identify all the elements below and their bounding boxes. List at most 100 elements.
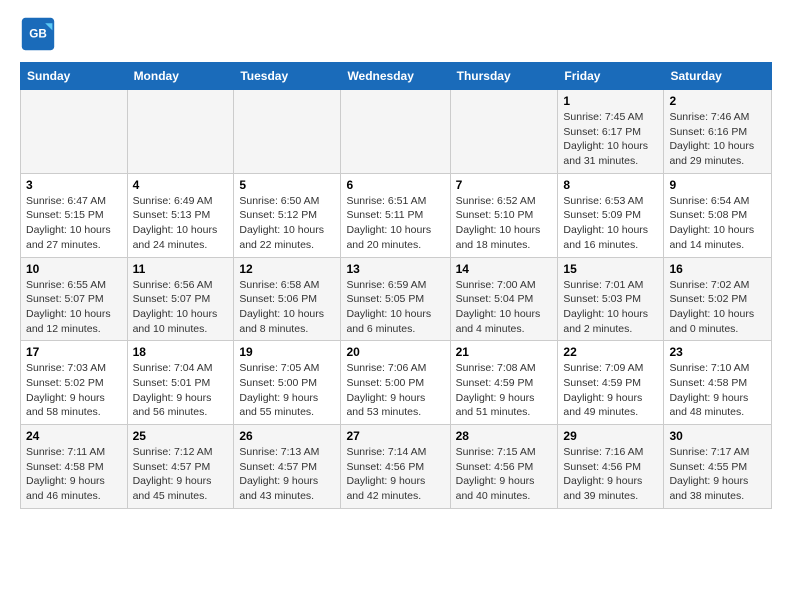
day-info: Sunrise: 7:11 AM Sunset: 4:58 PM Dayligh… xyxy=(26,445,122,504)
day-info: Sunrise: 7:02 AM Sunset: 5:02 PM Dayligh… xyxy=(669,278,766,337)
day-number: 5 xyxy=(239,178,335,192)
day-number: 28 xyxy=(456,429,553,443)
day-number: 27 xyxy=(346,429,444,443)
day-number: 14 xyxy=(456,262,553,276)
weekday-header: Wednesday xyxy=(341,63,450,90)
logo: GB xyxy=(20,16,60,52)
calendar-cell: 29 Sunrise: 7:16 AM Sunset: 4:56 PM Dayli… xyxy=(558,425,664,509)
calendar-week-row: 17 Sunrise: 7:03 AM Sunset: 5:02 PM Dayli… xyxy=(21,341,772,425)
calendar-cell: 30Sunrise: 7:17 AM Sunset: 4:55 PM Dayli… xyxy=(664,425,772,509)
day-info: Sunrise: 7:09 AM Sunset: 4:59 PM Dayligh… xyxy=(563,361,658,420)
page: GB SundayMondayTuesdayWednesdayThursdayF… xyxy=(0,0,792,525)
day-number: 6 xyxy=(346,178,444,192)
day-info: Sunrise: 7:46 AM Sunset: 6:16 PM Dayligh… xyxy=(669,110,766,169)
day-info: Sunrise: 7:13 AM Sunset: 4:57 PM Dayligh… xyxy=(239,445,335,504)
calendar-cell: 6 Sunrise: 6:51 AM Sunset: 5:11 PM Daylig… xyxy=(341,173,450,257)
day-info: Sunrise: 6:47 AM Sunset: 5:15 PM Dayligh… xyxy=(26,194,122,253)
calendar-cell: 2 Sunrise: 7:46 AM Sunset: 6:16 PM Daylig… xyxy=(664,90,772,174)
day-info: Sunrise: 7:06 AM Sunset: 5:00 PM Dayligh… xyxy=(346,361,444,420)
day-number: 7 xyxy=(456,178,553,192)
calendar-cell: 3 Sunrise: 6:47 AM Sunset: 5:15 PM Daylig… xyxy=(21,173,128,257)
day-info: Sunrise: 7:17 AM Sunset: 4:55 PM Dayligh… xyxy=(669,445,766,504)
calendar-cell: 4 Sunrise: 6:49 AM Sunset: 5:13 PM Daylig… xyxy=(127,173,234,257)
day-info: Sunrise: 6:51 AM Sunset: 5:11 PM Dayligh… xyxy=(346,194,444,253)
weekday-header: Thursday xyxy=(450,63,558,90)
day-number: 4 xyxy=(133,178,229,192)
day-info: Sunrise: 7:05 AM Sunset: 5:00 PM Dayligh… xyxy=(239,361,335,420)
day-info: Sunrise: 7:08 AM Sunset: 4:59 PM Dayligh… xyxy=(456,361,553,420)
calendar-cell: 16 Sunrise: 7:02 AM Sunset: 5:02 PM Dayli… xyxy=(664,257,772,341)
calendar-cell: 28 Sunrise: 7:15 AM Sunset: 4:56 PM Dayli… xyxy=(450,425,558,509)
calendar-cell: 15Sunrise: 7:01 AM Sunset: 5:03 PM Dayli… xyxy=(558,257,664,341)
svg-text:GB: GB xyxy=(29,28,47,41)
day-number: 20 xyxy=(346,345,444,359)
calendar-cell: 10 Sunrise: 6:55 AM Sunset: 5:07 PM Dayli… xyxy=(21,257,128,341)
day-info: Sunrise: 7:01 AM Sunset: 5:03 PM Dayligh… xyxy=(563,278,658,337)
day-number: 9 xyxy=(669,178,766,192)
calendar-cell: 27 Sunrise: 7:14 AM Sunset: 4:56 PM Dayli… xyxy=(341,425,450,509)
day-info: Sunrise: 7:15 AM Sunset: 4:56 PM Dayligh… xyxy=(456,445,553,504)
day-number: 13 xyxy=(346,262,444,276)
calendar-cell: 14 Sunrise: 7:00 AM Sunset: 5:04 PM Dayli… xyxy=(450,257,558,341)
weekday-header: Saturday xyxy=(664,63,772,90)
calendar-cell xyxy=(450,90,558,174)
logo-icon: GB xyxy=(20,16,56,52)
day-number: 2 xyxy=(669,94,766,108)
day-number: 16 xyxy=(669,262,766,276)
day-info: Sunrise: 7:14 AM Sunset: 4:56 PM Dayligh… xyxy=(346,445,444,504)
day-number: 21 xyxy=(456,345,553,359)
day-number: 8 xyxy=(563,178,658,192)
day-number: 24 xyxy=(26,429,122,443)
day-number: 29 xyxy=(563,429,658,443)
calendar-cell: 26 Sunrise: 7:13 AM Sunset: 4:57 PM Dayli… xyxy=(234,425,341,509)
day-info: Sunrise: 7:04 AM Sunset: 5:01 PM Dayligh… xyxy=(133,361,229,420)
day-number: 19 xyxy=(239,345,335,359)
calendar-cell: 5 Sunrise: 6:50 AM Sunset: 5:12 PM Daylig… xyxy=(234,173,341,257)
day-info: Sunrise: 7:10 AM Sunset: 4:58 PM Dayligh… xyxy=(669,361,766,420)
calendar-cell: 21 Sunrise: 7:08 AM Sunset: 4:59 PM Dayli… xyxy=(450,341,558,425)
day-info: Sunrise: 7:16 AM Sunset: 4:56 PM Dayligh… xyxy=(563,445,658,504)
day-info: Sunrise: 6:54 AM Sunset: 5:08 PM Dayligh… xyxy=(669,194,766,253)
day-info: Sunrise: 7:45 AM Sunset: 6:17 PM Dayligh… xyxy=(563,110,658,169)
day-info: Sunrise: 6:58 AM Sunset: 5:06 PM Dayligh… xyxy=(239,278,335,337)
calendar-cell xyxy=(127,90,234,174)
calendar-cell: 12 Sunrise: 6:58 AM Sunset: 5:06 PM Dayli… xyxy=(234,257,341,341)
calendar-table: SundayMondayTuesdayWednesdayThursdayFrid… xyxy=(20,62,772,509)
day-info: Sunrise: 6:59 AM Sunset: 5:05 PM Dayligh… xyxy=(346,278,444,337)
day-number: 18 xyxy=(133,345,229,359)
day-info: Sunrise: 6:56 AM Sunset: 5:07 PM Dayligh… xyxy=(133,278,229,337)
day-info: Sunrise: 6:50 AM Sunset: 5:12 PM Dayligh… xyxy=(239,194,335,253)
day-number: 17 xyxy=(26,345,122,359)
day-number: 3 xyxy=(26,178,122,192)
calendar-cell: 8Sunrise: 6:53 AM Sunset: 5:09 PM Daylig… xyxy=(558,173,664,257)
day-number: 10 xyxy=(26,262,122,276)
day-info: Sunrise: 6:52 AM Sunset: 5:10 PM Dayligh… xyxy=(456,194,553,253)
calendar-cell: 23Sunrise: 7:10 AM Sunset: 4:58 PM Dayli… xyxy=(664,341,772,425)
calendar-cell: 13 Sunrise: 6:59 AM Sunset: 5:05 PM Dayli… xyxy=(341,257,450,341)
calendar-cell: 22 Sunrise: 7:09 AM Sunset: 4:59 PM Dayli… xyxy=(558,341,664,425)
weekday-header: Sunday xyxy=(21,63,128,90)
day-number: 22 xyxy=(563,345,658,359)
calendar-cell: 7 Sunrise: 6:52 AM Sunset: 5:10 PM Daylig… xyxy=(450,173,558,257)
day-info: Sunrise: 6:49 AM Sunset: 5:13 PM Dayligh… xyxy=(133,194,229,253)
calendar-week-row: 3 Sunrise: 6:47 AM Sunset: 5:15 PM Daylig… xyxy=(21,173,772,257)
calendar-cell: 19 Sunrise: 7:05 AM Sunset: 5:00 PM Dayli… xyxy=(234,341,341,425)
calendar-cell xyxy=(341,90,450,174)
calendar-cell: 24 Sunrise: 7:11 AM Sunset: 4:58 PM Dayli… xyxy=(21,425,128,509)
calendar-header-row: SundayMondayTuesdayWednesdayThursdayFrid… xyxy=(21,63,772,90)
day-number: 26 xyxy=(239,429,335,443)
calendar-cell: 11Sunrise: 6:56 AM Sunset: 5:07 PM Dayli… xyxy=(127,257,234,341)
day-number: 1 xyxy=(563,94,658,108)
calendar-cell: 20 Sunrise: 7:06 AM Sunset: 5:00 PM Dayli… xyxy=(341,341,450,425)
calendar-week-row: 10 Sunrise: 6:55 AM Sunset: 5:07 PM Dayli… xyxy=(21,257,772,341)
weekday-header: Friday xyxy=(558,63,664,90)
header: GB xyxy=(20,16,772,52)
calendar-cell: 9 Sunrise: 6:54 AM Sunset: 5:08 PM Daylig… xyxy=(664,173,772,257)
day-info: Sunrise: 7:00 AM Sunset: 5:04 PM Dayligh… xyxy=(456,278,553,337)
day-number: 12 xyxy=(239,262,335,276)
day-info: Sunrise: 7:03 AM Sunset: 5:02 PM Dayligh… xyxy=(26,361,122,420)
weekday-header: Tuesday xyxy=(234,63,341,90)
weekday-header: Monday xyxy=(127,63,234,90)
day-info: Sunrise: 6:55 AM Sunset: 5:07 PM Dayligh… xyxy=(26,278,122,337)
calendar-cell: 17 Sunrise: 7:03 AM Sunset: 5:02 PM Dayli… xyxy=(21,341,128,425)
